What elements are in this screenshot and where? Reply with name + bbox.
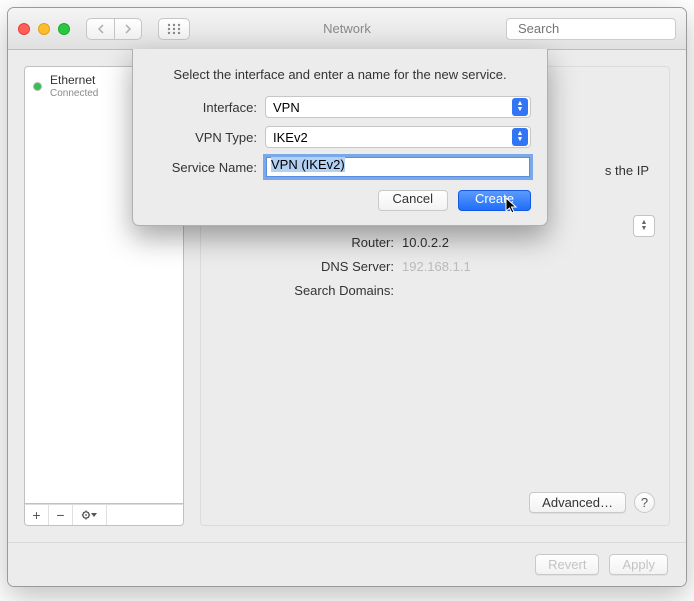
service-actions-button[interactable]	[73, 505, 107, 525]
search-field[interactable]	[506, 18, 676, 40]
sheet-prompt: Select the interface and enter a name fo…	[149, 67, 531, 82]
network-preferences-window: Network Ethernet Connected +	[7, 7, 687, 587]
plus-icon: +	[32, 507, 40, 523]
add-service-button[interactable]: +	[25, 505, 49, 525]
configure-select-arrows[interactable]: ▲ ▼	[633, 215, 655, 237]
advanced-row: Advanced… ?	[529, 492, 655, 513]
vpntype-select[interactable]: IKEv2 ▲▼	[265, 126, 531, 148]
servicename-row: Service Name: VPN (IKEv2)	[149, 156, 531, 178]
searchdomains-label: Search Domains:	[219, 283, 394, 298]
select-arrows-icon: ▲▼	[512, 98, 528, 116]
create-button[interactable]: Create	[458, 190, 531, 211]
service-status: Connected	[50, 88, 98, 99]
chevron-left-icon	[97, 24, 105, 34]
interface-row: Interface: VPN ▲▼	[149, 96, 531, 118]
traffic-lights	[18, 23, 70, 35]
interface-select[interactable]: VPN ▲▼	[265, 96, 531, 118]
minimize-window-button[interactable]	[38, 23, 50, 35]
titlebar: Network	[8, 8, 686, 50]
show-all-button[interactable]	[158, 18, 190, 40]
grid-icon	[167, 23, 181, 35]
servicename-value: VPN (IKEv2)	[271, 157, 345, 172]
sidebar-footer: + −	[24, 504, 184, 526]
advanced-button[interactable]: Advanced…	[529, 492, 626, 513]
remove-service-button[interactable]: −	[49, 505, 73, 525]
dns-row: DNS Server: 192.168.1.1	[219, 259, 651, 274]
vpntype-value: IKEv2	[273, 130, 308, 145]
chevron-down-icon: ▼	[641, 226, 648, 232]
zoom-window-button[interactable]	[58, 23, 70, 35]
cancel-button[interactable]: Cancel	[378, 190, 448, 211]
gear-dropdown-icon	[80, 509, 100, 521]
router-row: Router: 10.0.2.2	[219, 235, 651, 250]
dns-label: DNS Server:	[219, 259, 394, 274]
status-text-fragment: s the IP	[605, 163, 649, 178]
service-name: Ethernet	[50, 73, 98, 87]
servicename-input[interactable]: VPN (IKEv2)	[265, 156, 531, 178]
vpntype-row: VPN Type: IKEv2 ▲▼	[149, 126, 531, 148]
forward-button[interactable]	[114, 18, 142, 40]
revert-button[interactable]: Revert	[535, 554, 599, 575]
minus-icon: −	[56, 507, 64, 523]
servicename-label: Service Name:	[149, 160, 257, 175]
apply-button[interactable]: Apply	[609, 554, 668, 575]
service-text: Ethernet Connected	[50, 73, 98, 99]
nav-buttons	[86, 18, 142, 40]
vpntype-label: VPN Type:	[149, 130, 257, 145]
sheet-buttons: Cancel Create	[149, 190, 531, 211]
interface-label: Interface:	[149, 100, 257, 115]
select-arrows-icon: ▲▼	[512, 128, 528, 146]
status-dot-green-icon	[33, 82, 42, 91]
router-value: 10.0.2.2	[402, 235, 449, 250]
footer: Revert Apply	[8, 542, 686, 586]
dns-value: 192.168.1.1	[402, 259, 471, 274]
new-service-sheet: Select the interface and enter a name fo…	[132, 49, 548, 226]
help-button[interactable]: ?	[634, 492, 655, 513]
close-window-button[interactable]	[18, 23, 30, 35]
searchdomains-row: Search Domains:	[219, 283, 651, 298]
back-button[interactable]	[86, 18, 114, 40]
search-input[interactable]	[518, 21, 687, 36]
interface-value: VPN	[273, 100, 300, 115]
chevron-right-icon	[124, 24, 132, 34]
router-label: Router:	[219, 235, 394, 250]
